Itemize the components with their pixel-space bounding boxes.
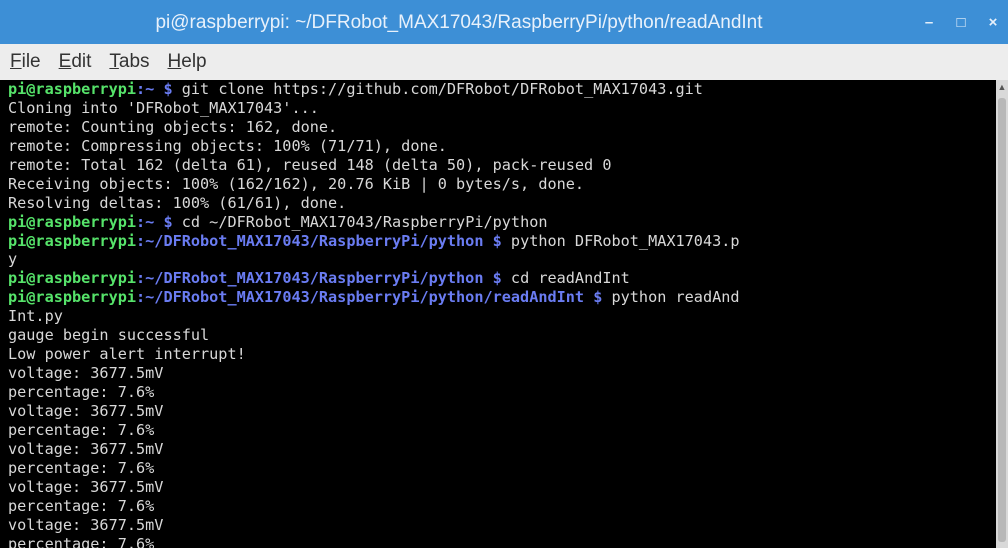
terminal-output-line: Resolving deltas: 100% (61/61), done.: [8, 194, 996, 213]
line-text: voltage: 3677.5mV: [8, 477, 164, 496]
line-text: voltage: 3677.5mV: [8, 364, 164, 383]
line-text: git clone https://github.com/DFRobot/DFR…: [172, 80, 703, 98]
menu-edit[interactable]: Edit: [59, 51, 92, 73]
menu-tabs[interactable]: Tabs: [109, 51, 149, 73]
terminal-output-line: gauge begin successful: [8, 326, 996, 345]
line-text: cd readAndInt: [501, 269, 630, 288]
prompt-symbol: $: [584, 288, 603, 307]
terminal-output-line: remote: Compressing objects: 100% (71/71…: [8, 137, 996, 156]
terminal-output-line: remote: Total 162 (delta 61), reused 148…: [8, 156, 996, 175]
terminal-output-line: percentage: 7.6%: [8, 535, 996, 548]
scroll-up-icon[interactable]: ▲: [996, 82, 1008, 96]
scrollbar-thumb[interactable]: [998, 98, 1006, 542]
terminal-prompt-line: pi@raspberrypi:~/DFRobot_MAX17043/Raspbe…: [8, 269, 996, 288]
terminal-output-line: percentage: 7.6%: [8, 459, 996, 478]
minimize-icon[interactable]: –: [920, 14, 938, 31]
prompt-user: pi@raspberrypi: [8, 80, 137, 98]
terminal-output-line: Low power alert interrupt!: [8, 345, 996, 364]
terminal-output[interactable]: pi@raspberrypi:~ $ git clone https://git…: [0, 80, 996, 548]
prompt-user: pi@raspberrypi: [8, 231, 137, 250]
line-text: cd ~/DFRobot_MAX17043/RaspberryPi/python: [172, 212, 548, 231]
line-text: Receiving objects: 100% (162/162), 20.76…: [8, 174, 585, 193]
line-text: Low power alert interrupt!: [8, 345, 246, 364]
line-text: remote: Compressing objects: 100% (71/71…: [8, 136, 447, 155]
prompt-symbol: $: [483, 269, 502, 288]
line-text: gauge begin successful: [8, 326, 210, 345]
terminal-prompt-line: pi@raspberrypi:~/DFRobot_MAX17043/Raspbe…: [8, 232, 996, 251]
line-text: percentage: 7.6%: [8, 420, 155, 439]
line-text: remote: Counting objects: 162, done.: [8, 117, 338, 136]
prompt-path: :~/DFRobot_MAX17043/RaspberryPi/python/r…: [136, 288, 585, 307]
line-text: y: [8, 250, 18, 269]
terminal-output-line: y: [8, 250, 996, 269]
terminal-output-line: percentage: 7.6%: [8, 497, 996, 516]
terminal-output-line: voltage: 3677.5mV: [8, 364, 996, 383]
window-title: pi@raspberrypi: ~/DFRobot_MAX17043/Raspb…: [155, 12, 763, 33]
vertical-scrollbar[interactable]: ▲: [996, 80, 1008, 548]
close-icon[interactable]: ×: [984, 14, 1002, 31]
line-text: python DFRobot_MAX17043.p: [501, 231, 740, 250]
prompt-path: :~/DFRobot_MAX17043/RaspberryPi/python: [136, 231, 484, 250]
menu-bar: File Edit Tabs Help: [0, 44, 1008, 81]
line-text: python readAnd: [602, 288, 740, 307]
terminal-output-line: remote: Counting objects: 162, done.: [8, 118, 996, 137]
line-text: percentage: 7.6%: [8, 383, 155, 401]
prompt-symbol: $: [154, 212, 173, 231]
line-text: percentage: 7.6%: [8, 496, 155, 515]
line-text: voltage: 3677.5mV: [8, 401, 164, 420]
menu-file[interactable]: File: [10, 51, 41, 73]
line-text: percentage: 7.6%: [8, 534, 155, 548]
line-text: voltage: 3677.5mV: [8, 439, 164, 458]
prompt-user: pi@raspberrypi: [8, 269, 137, 288]
terminal-prompt-line: pi@raspberrypi:~ $ cd ~/DFRobot_MAX17043…: [8, 213, 996, 232]
menu-help[interactable]: Help: [168, 51, 207, 73]
line-text: Cloning into 'DFRobot_MAX17043'...: [8, 98, 319, 117]
line-text: voltage: 3677.5mV: [8, 515, 164, 534]
prompt-user: pi@raspberrypi: [8, 288, 137, 307]
prompt-symbol: $: [154, 80, 173, 98]
terminal-prompt-line: pi@raspberrypi:~ $ git clone https://git…: [8, 80, 996, 99]
terminal-prompt-line: pi@raspberrypi:~/DFRobot_MAX17043/Raspbe…: [8, 288, 996, 307]
terminal-output-line: voltage: 3677.5mV: [8, 440, 996, 459]
prompt-path: :~: [136, 80, 155, 98]
prompt-symbol: $: [483, 231, 502, 250]
line-text: remote: Total 162 (delta 61), reused 148…: [8, 155, 612, 174]
terminal-output-line: Cloning into 'DFRobot_MAX17043'...: [8, 99, 996, 118]
terminal-output-line: Receiving objects: 100% (162/162), 20.76…: [8, 175, 996, 194]
line-text: Int.py: [8, 307, 63, 326]
maximize-icon[interactable]: □: [952, 14, 970, 31]
prompt-path: :~/DFRobot_MAX17043/RaspberryPi/python: [136, 269, 484, 288]
prompt-user: pi@raspberrypi: [8, 212, 137, 231]
window-titlebar[interactable]: pi@raspberrypi: ~/DFRobot_MAX17043/Raspb…: [0, 0, 1008, 44]
line-text: Resolving deltas: 100% (61/61), done.: [8, 193, 347, 212]
terminal-output-line: percentage: 7.6%: [8, 421, 996, 440]
prompt-path: :~: [136, 212, 155, 231]
terminal-output-line: voltage: 3677.5mV: [8, 516, 996, 535]
terminal-output-line: voltage: 3677.5mV: [8, 478, 996, 497]
terminal-output-line: voltage: 3677.5mV: [8, 402, 996, 421]
window-controls: – □ ×: [920, 0, 1002, 44]
terminal-output-line: Int.py: [8, 307, 996, 326]
line-text: percentage: 7.6%: [8, 458, 155, 477]
terminal-output-line: percentage: 7.6%: [8, 383, 996, 402]
